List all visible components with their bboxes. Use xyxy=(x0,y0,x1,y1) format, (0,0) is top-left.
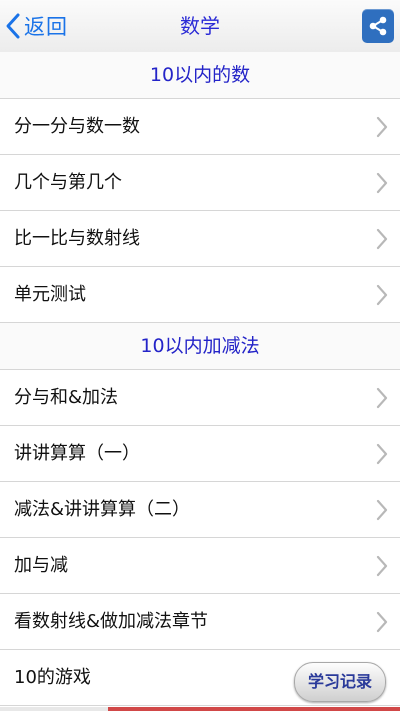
share-button[interactable] xyxy=(362,9,394,43)
list-item-label: 讲讲算算（一） xyxy=(14,443,140,464)
chevron-right-icon xyxy=(376,284,388,306)
list-item-label: 分与和&加法 xyxy=(14,387,119,408)
chevron-right-icon xyxy=(376,116,388,138)
bottom-strip xyxy=(0,707,400,711)
list-item-label: 比一比与数射线 xyxy=(14,228,140,249)
list-item-label: 分一分与数一数 xyxy=(14,116,140,137)
list-item[interactable]: 几个与第几个 xyxy=(0,155,400,211)
nav-bar: 返回 数学 xyxy=(0,0,400,53)
list-item[interactable]: 加与减 xyxy=(0,538,400,594)
list-item[interactable]: 单元测试 xyxy=(0,267,400,323)
list-item[interactable]: 减法&讲讲算算（二） xyxy=(0,482,400,538)
chevron-right-icon xyxy=(376,611,388,633)
chevron-right-icon xyxy=(376,499,388,521)
list-item[interactable]: 看数射线&做加减法章节 xyxy=(0,594,400,650)
list-item-label: 加与减 xyxy=(14,555,68,576)
chevron-right-icon xyxy=(376,443,388,465)
section-header: 10以内加减法 xyxy=(0,323,400,370)
list-item[interactable]: 讲讲算算（一） xyxy=(0,426,400,482)
list-item[interactable]: 分一分与数一数 xyxy=(0,99,400,155)
list-item-label: 单元测试 xyxy=(14,284,86,305)
section-header: 10以内的数 xyxy=(0,52,400,99)
chevron-right-icon xyxy=(376,172,388,194)
list-item[interactable]: 分与和&加法 xyxy=(0,370,400,426)
page-title: 数学 xyxy=(180,14,220,38)
list-item[interactable]: 比一比与数射线 xyxy=(0,211,400,267)
list-item-label: 看数射线&做加减法章节 xyxy=(14,611,209,632)
chevron-right-icon xyxy=(376,387,388,409)
lesson-list: 10以内的数 分一分与数一数 几个与第几个 比一比与数射线 单元测试 10以内加… xyxy=(0,52,400,706)
list-item-label: 10的游戏 xyxy=(14,667,91,688)
list-item-label: 几个与第几个 xyxy=(14,172,122,193)
list-item-label: 减法&讲讲算算（二） xyxy=(14,499,191,520)
share-icon xyxy=(369,16,387,36)
chevron-right-icon xyxy=(376,555,388,577)
chevron-right-icon xyxy=(376,228,388,250)
study-record-button[interactable]: 学习记录 xyxy=(294,662,386,702)
